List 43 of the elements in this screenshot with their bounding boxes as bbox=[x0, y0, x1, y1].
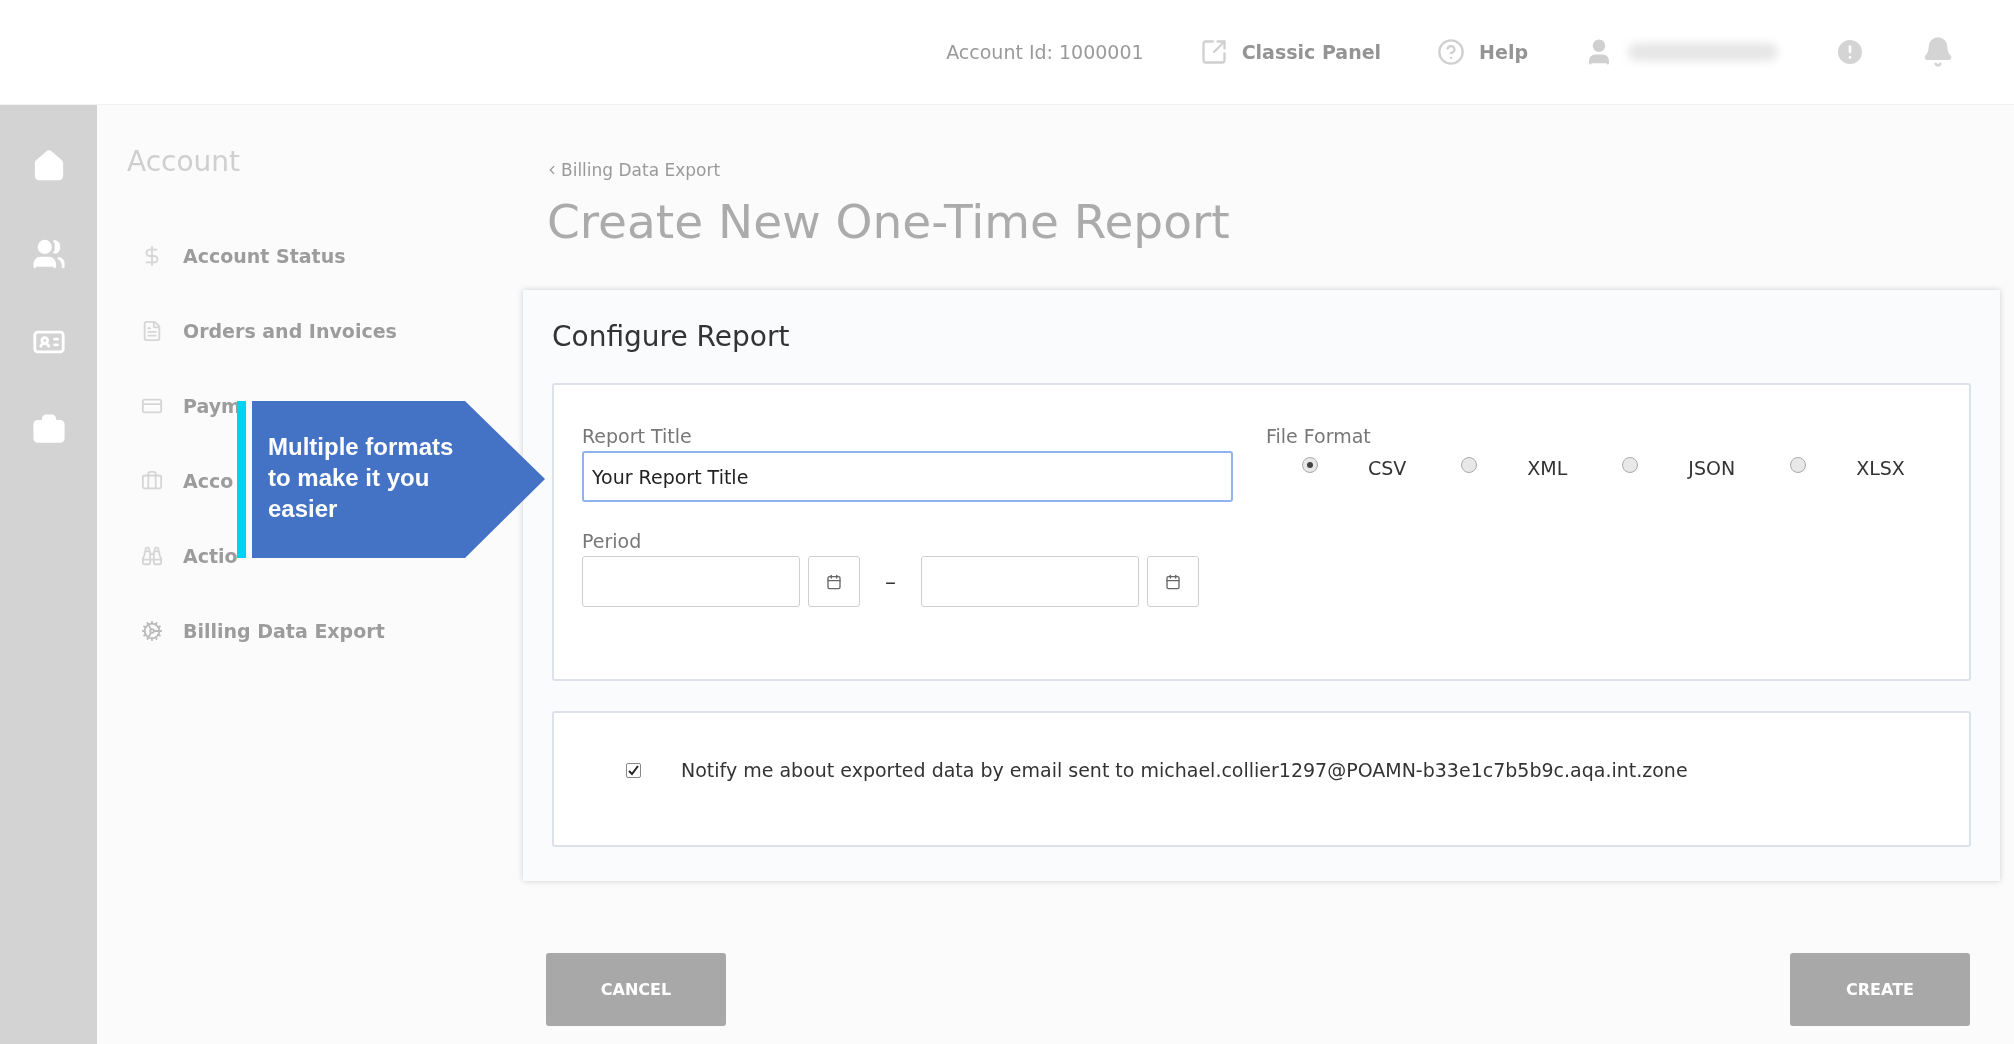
field-label: Report Title bbox=[582, 425, 693, 447]
sidebar-item[interactable]: Acco bbox=[127, 443, 234, 518]
radio-button[interactable] bbox=[1302, 457, 1318, 473]
breadcrumb-link[interactable]: Billing Data Export bbox=[545, 160, 2014, 180]
create-button[interactable]: CREATE bbox=[1790, 953, 1970, 1026]
users-icon[interactable] bbox=[31, 237, 66, 271]
sidebar-item[interactable]: Account Status bbox=[127, 218, 346, 293]
date-separator: – bbox=[885, 569, 896, 594]
format-option[interactable]: XLSX bbox=[1790, 457, 1905, 479]
start-date-field[interactable] bbox=[582, 556, 800, 607]
account-id: Account Id: 1000001 bbox=[946, 41, 1144, 63]
radio-button[interactable] bbox=[1622, 457, 1639, 473]
briefcase-icon bbox=[141, 469, 163, 492]
page-title: Create New One-Time Report bbox=[547, 194, 1231, 251]
panel-title: Configure Report bbox=[552, 320, 791, 353]
calendar-icon bbox=[826, 573, 842, 590]
document-icon bbox=[141, 319, 163, 342]
end-date-field[interactable] bbox=[921, 556, 1139, 607]
format-option[interactable]: XML bbox=[1461, 457, 1568, 479]
top-link[interactable]: Classic Panel bbox=[1199, 38, 1382, 66]
sidebar-item[interactable]: Billing Data Export bbox=[127, 593, 385, 668]
sidebar-item[interactable]: Paym bbox=[127, 368, 241, 443]
field-label: File Format bbox=[1266, 425, 1372, 447]
calendar-icon bbox=[1165, 573, 1181, 590]
top-link[interactable]: Help bbox=[1437, 38, 1528, 66]
report-title-field[interactable]: Your Report Title bbox=[582, 451, 1233, 502]
radio-button[interactable] bbox=[1461, 457, 1478, 473]
callout-text: Multiple formats to make it you easier bbox=[268, 432, 455, 524]
notify-checkbox[interactable] bbox=[626, 762, 641, 778]
format-option[interactable]: JSON bbox=[1622, 457, 1736, 479]
radio-button[interactable] bbox=[1790, 457, 1807, 473]
sidebar-item[interactable]: Actio bbox=[127, 518, 238, 593]
field-label: Period bbox=[582, 530, 643, 552]
calendar-button[interactable] bbox=[808, 556, 860, 607]
external-link-icon bbox=[1199, 38, 1228, 66]
notify-text: Notify me about exported data by email sent to michael.collier1297@POAMN-b33e1c7b5b9c.aqa.int.zone bbox=[681, 759, 1688, 781]
binoculars-icon bbox=[141, 544, 163, 567]
sidebar-item[interactable]: Orders and Invoices bbox=[127, 293, 397, 368]
format-option[interactable]: CSV bbox=[1302, 457, 1407, 479]
notification-bell-icon[interactable] bbox=[1922, 36, 1954, 68]
help-icon bbox=[1437, 38, 1466, 66]
calendar-button[interactable] bbox=[1147, 556, 1199, 607]
cancel-button[interactable]: CANCEL bbox=[546, 953, 726, 1026]
